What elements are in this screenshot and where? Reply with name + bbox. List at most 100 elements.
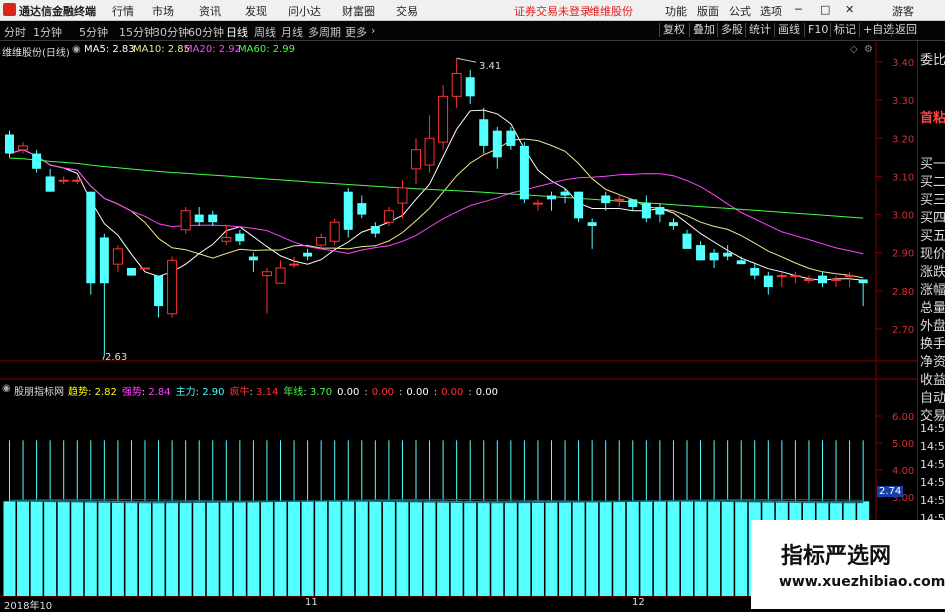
candle-body-47 bbox=[641, 203, 651, 219]
f10-button[interactable]: F10 bbox=[804, 23, 828, 37]
ma20-label: MA20: 2.92 bbox=[184, 44, 242, 55]
candle-body-13 bbox=[180, 210, 191, 231]
x-label-dec: 12 bbox=[632, 597, 645, 608]
candle-body-28 bbox=[383, 210, 394, 223]
period-1min[interactable]: 1分钟 bbox=[33, 24, 62, 40]
candle-body-14 bbox=[194, 214, 204, 223]
ind-bar-32 bbox=[437, 501, 450, 596]
period-tick[interactable]: 分时 bbox=[4, 24, 26, 40]
settings-icon[interactable]: ⚙ bbox=[864, 44, 873, 55]
period-15min[interactable]: 15分钟 bbox=[119, 24, 155, 40]
indicator-value-9: 0.00 bbox=[475, 387, 498, 398]
close-icon[interactable]: ✕ bbox=[845, 3, 854, 16]
ind-bar-14 bbox=[193, 501, 206, 596]
price-tick-label-3: 3.10 bbox=[892, 172, 914, 183]
side-label-0: 委比 bbox=[920, 53, 945, 68]
indicator-value-3: 3.14 bbox=[256, 387, 279, 398]
period-weekly[interactable]: 周线 bbox=[254, 24, 276, 40]
side-time-1: 14:56 bbox=[920, 440, 945, 453]
period-daily[interactable]: 日线 bbox=[226, 24, 248, 40]
indicator-toggle-icon[interactable]: ◉ bbox=[2, 383, 11, 394]
menu-formula[interactable]: 公式 bbox=[729, 3, 751, 19]
multi-stock-button[interactable]: 多股 bbox=[717, 23, 743, 37]
candle-body-43 bbox=[587, 222, 597, 227]
ma-toggle-icon[interactable]: ◉ bbox=[72, 44, 81, 55]
ind-bar-22 bbox=[301, 501, 314, 596]
indicator-values: 趋势: 2.82 强势: 2.84 主力: 2.90 疯牛: 3.14 年线: 3.70… bbox=[68, 387, 498, 398]
menu-function[interactable]: 功能 bbox=[665, 3, 687, 19]
ind-bar-53 bbox=[721, 501, 734, 596]
ind-bar-45 bbox=[613, 501, 626, 596]
chevron-right-icon[interactable]: › bbox=[371, 24, 375, 37]
menu-market[interactable]: 市场 bbox=[152, 3, 174, 19]
overlay-button[interactable]: 叠加 bbox=[689, 23, 715, 37]
menu-news[interactable]: 资讯 bbox=[199, 3, 221, 19]
price-tick-label-7: 2.70 bbox=[892, 325, 914, 336]
watermark: 指标严选网 www.xuezhibiao.com bbox=[751, 520, 945, 609]
diamond-icon[interactable]: ◇ bbox=[850, 44, 858, 55]
candle-body-50 bbox=[682, 233, 692, 249]
login-status[interactable]: 证券交易未登录 bbox=[514, 3, 591, 19]
indicator-key-1: 强势 bbox=[121, 387, 142, 398]
side-label-8: 涨跌 bbox=[920, 265, 945, 280]
candle-body-18 bbox=[248, 256, 258, 261]
menu-trade[interactable]: 交易 bbox=[396, 3, 418, 19]
mark-button[interactable]: 标记 bbox=[830, 23, 856, 37]
candle-body-56 bbox=[763, 275, 773, 288]
candle-body-62 bbox=[844, 275, 855, 278]
back-button[interactable]: 返回 bbox=[891, 23, 917, 37]
ma5-label: MA5: 2.83 bbox=[84, 44, 135, 55]
draw-line-button[interactable]: 画线 bbox=[774, 23, 800, 37]
indicator-value-4: 3.70 bbox=[309, 387, 333, 398]
menu-wenxiaoda[interactable]: 问小达 bbox=[288, 3, 321, 19]
side-label-3: 买二 bbox=[920, 175, 945, 190]
ind-bar-27 bbox=[369, 501, 382, 596]
candle-body-52 bbox=[709, 252, 719, 261]
menu-wealth-circle[interactable]: 财富圈 bbox=[342, 3, 375, 19]
period-monthly[interactable]: 月线 bbox=[281, 24, 303, 40]
adjust-button[interactable]: 复权 bbox=[659, 23, 685, 37]
ind-bar-37 bbox=[504, 501, 517, 596]
candle-body-48 bbox=[655, 206, 665, 215]
period-more[interactable]: 更多 bbox=[345, 24, 367, 40]
guest-user[interactable]: 游客 bbox=[892, 3, 914, 19]
period-60min[interactable]: 60分钟 bbox=[188, 24, 224, 40]
candle-body-10 bbox=[140, 267, 150, 270]
minimize-icon[interactable]: ─ bbox=[795, 3, 802, 16]
candle-body-41 bbox=[560, 191, 570, 196]
menu-layout[interactable]: 版面 bbox=[697, 3, 719, 19]
candle-body-38 bbox=[519, 145, 529, 200]
title-bar: 通达信金融终端 行情 市场 资讯 发现 问小达 财富圈 交易 证券交易未登录 维… bbox=[0, 0, 945, 21]
candle-body-26 bbox=[357, 203, 367, 215]
candle-body-44 bbox=[601, 195, 611, 204]
candle-body-42 bbox=[574, 191, 584, 219]
ind-tick-label-2: 4.00 bbox=[892, 466, 914, 477]
side-label-14: 收益 bbox=[920, 373, 945, 388]
indicator-key-4: 年线 bbox=[283, 387, 304, 398]
ind-bar-19 bbox=[260, 501, 273, 596]
menu-discover[interactable]: 发现 bbox=[245, 3, 267, 19]
side-label-15: 自动 bbox=[920, 391, 945, 406]
ind-bar-15 bbox=[206, 501, 219, 596]
ind-bar-23 bbox=[315, 501, 328, 596]
period-multi[interactable]: 多周期 bbox=[308, 24, 341, 40]
statistics-button[interactable]: 统计 bbox=[745, 23, 771, 37]
ind-bar-54 bbox=[735, 501, 748, 596]
x-label-oct: 2018年10 bbox=[4, 601, 53, 612]
side-label-6: 买五 bbox=[920, 229, 945, 244]
menu-quotes[interactable]: 行情 bbox=[112, 3, 134, 19]
watermark-url: www.xuezhibiao.com bbox=[779, 574, 945, 590]
side-label-1: 首粘 bbox=[920, 111, 945, 126]
period-5min[interactable]: 5分钟 bbox=[79, 24, 108, 40]
maximize-icon[interactable]: □ bbox=[820, 3, 830, 16]
ind-bar-21 bbox=[288, 501, 301, 596]
candle-body-61 bbox=[831, 278, 842, 281]
add-favorite-button[interactable]: +自选 bbox=[859, 23, 894, 37]
side-label-2: 买一 bbox=[920, 157, 945, 172]
period-30min[interactable]: 30分钟 bbox=[153, 24, 189, 40]
menu-options[interactable]: 选项 bbox=[760, 3, 782, 19]
ind-bar-0 bbox=[3, 501, 16, 596]
indicator-value-2: 2.90 bbox=[202, 387, 225, 398]
side-label-12: 换手 bbox=[920, 337, 945, 352]
ind-bar-24 bbox=[328, 501, 341, 596]
